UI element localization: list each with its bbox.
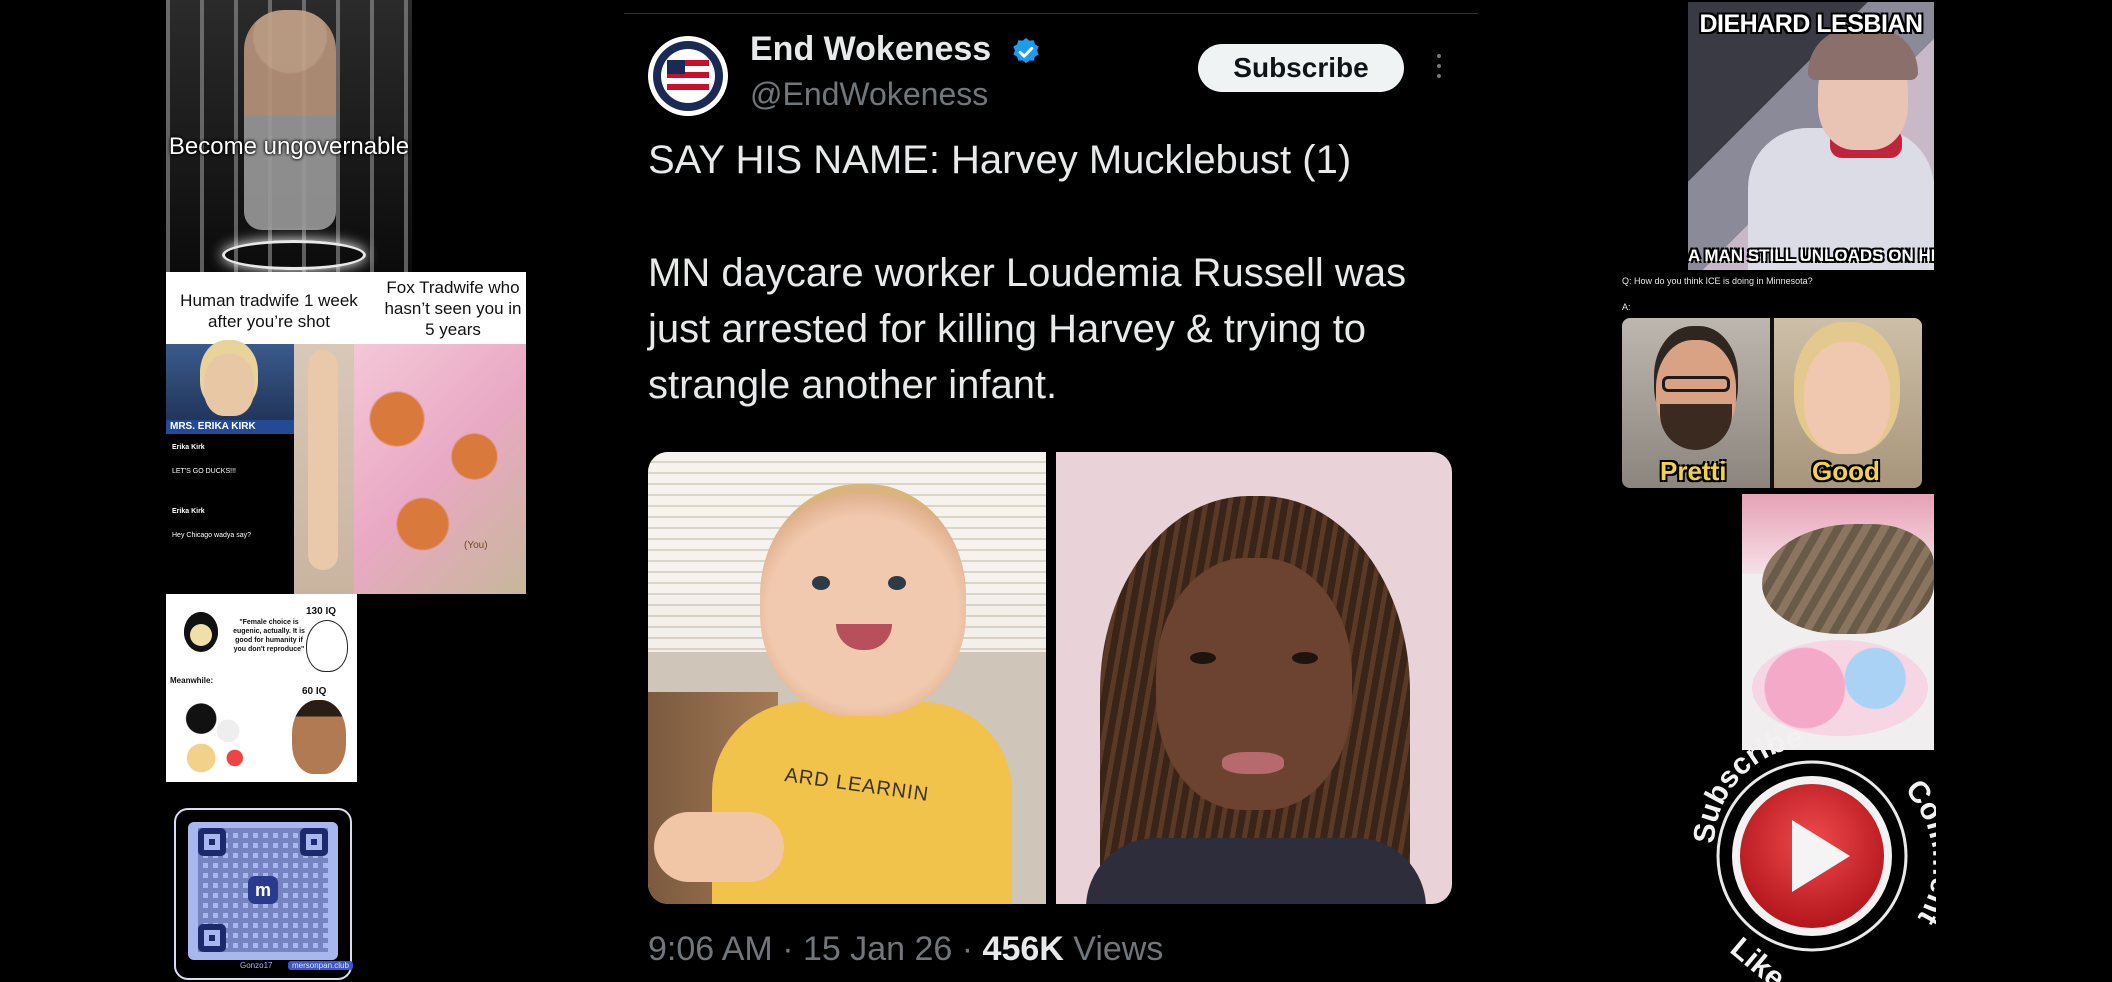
tv-screenshot: MRS. ERIKA KIRK bbox=[166, 344, 294, 434]
woman-face bbox=[204, 354, 254, 416]
quote-text: "Female choice is eugenic, actually. It … bbox=[233, 619, 305, 653]
glowing-ring bbox=[222, 240, 366, 270]
divider bbox=[624, 13, 1478, 14]
meme-top-text: DIEHARD LESBIAN bbox=[1699, 10, 1923, 38]
tweet-meta: 9:06 AM · 15 Jan 26 · 456K Views bbox=[648, 930, 1163, 969]
tweet-card: End Wokeness @EndWokeness Subscribe SAY … bbox=[624, 0, 1478, 982]
like-text: Like bbox=[1724, 931, 1791, 982]
right-heading: Fox Tradwife who hasn’t seen you in 5 ye… bbox=[384, 278, 522, 339]
mugshot-photo[interactable] bbox=[1056, 452, 1452, 904]
more-options-icon[interactable] bbox=[1434, 54, 1444, 84]
baby-photo[interactable]: ARD LEARNIN bbox=[648, 452, 1046, 904]
tweet1-text: LET'S GO DUCKS!!! bbox=[172, 468, 236, 475]
ice-answer: A: bbox=[1622, 302, 1631, 312]
handle[interactable]: @EndWokeness bbox=[750, 76, 988, 113]
avatar[interactable] bbox=[648, 36, 728, 116]
fox-cartoon-collage: (You) bbox=[354, 344, 526, 594]
tweet-media[interactable]: ARD LEARNIN bbox=[648, 452, 1452, 904]
fox-sign: (You) bbox=[464, 540, 488, 551]
women-group-drawing bbox=[176, 694, 260, 776]
tweet2-text: Hey Chicago wadya say? bbox=[172, 532, 251, 539]
badge-graphic: Subscribe Comment Like bbox=[1688, 724, 1936, 982]
qr-footer-badge: mersonpan.club bbox=[288, 961, 353, 970]
wojak-man-drawing bbox=[306, 620, 348, 672]
timestamp[interactable]: 9:06 AM · 15 Jan 26 · bbox=[648, 930, 973, 968]
tweet-text-line1: SAY HIS NAME: Harvey Mucklebust (1) bbox=[648, 138, 1352, 182]
wojak-woman-drawing bbox=[184, 612, 218, 652]
sleeping-cat-photo bbox=[1742, 494, 1934, 750]
tweet1-name: Erika Kirk bbox=[172, 444, 205, 451]
mugshot-man-photo bbox=[292, 700, 346, 774]
baby-face bbox=[760, 484, 966, 716]
qr-footer: Gonzo17 mersonpan.club bbox=[188, 960, 353, 974]
meme-caption: Become ungovernable bbox=[168, 133, 410, 160]
iq-low-label: 60 IQ bbox=[302, 686, 327, 697]
subscribe-button[interactable]: Subscribe bbox=[1198, 44, 1404, 92]
left-heading: Human tradwife 1 week after you’re shot bbox=[180, 291, 358, 331]
diehard-lesbian-meme: DIEHARD LESBIAN A MAN STILL UNLOADS ON H… bbox=[1688, 2, 1934, 270]
tradwife-meme: Human tradwife 1 week after you’re shot … bbox=[166, 272, 526, 594]
shirt-text: ARD LEARNIN bbox=[783, 763, 931, 807]
qr-finder-icon bbox=[300, 828, 328, 856]
verified-badge-icon bbox=[1013, 38, 1039, 64]
mastodon-qr-card[interactable]: m Gonzo17 mersonpan.club bbox=[174, 808, 354, 982]
baby-arm bbox=[654, 812, 784, 882]
qr-finder-icon bbox=[198, 924, 226, 952]
views-count: 456K bbox=[982, 930, 1064, 968]
become-ungovernable-meme: Become ungovernable bbox=[166, 0, 412, 272]
meme-bottom-text: A MAN STILL UNLOADS ON HER FACE bbox=[1688, 246, 1934, 265]
tweet-screenshots: Erika Kirk LET'S GO DUCKS!!! Erika Kirk … bbox=[166, 434, 294, 594]
views-label: Views bbox=[1073, 930, 1164, 968]
display-name[interactable]: End Wokeness bbox=[750, 30, 991, 69]
pretti-good-meme: Pretti Good bbox=[1622, 318, 1922, 488]
ice-question: Q: How do you think ICE is doing in Minn… bbox=[1622, 276, 1813, 286]
tweet2-name: Erika Kirk bbox=[172, 508, 205, 515]
qr-finder-icon bbox=[198, 828, 226, 856]
meanwhile-label: Meanwhile: bbox=[170, 676, 214, 685]
qr-footer-name: Gonzo17 bbox=[240, 961, 273, 970]
tweet-text-line2: MN daycare worker Loudemia Russell was j… bbox=[648, 251, 1407, 407]
anime-mousepad bbox=[1752, 640, 1928, 736]
mastodon-icon: m bbox=[248, 876, 278, 904]
label-left: Pretti bbox=[1660, 456, 1727, 486]
iq-high-label: 130 IQ bbox=[306, 606, 337, 617]
posing-woman-photo bbox=[294, 344, 354, 594]
glasses bbox=[1662, 376, 1730, 392]
label-right: Good bbox=[1812, 456, 1880, 486]
iq-meme: "Female choice is eugenic, actually. It … bbox=[166, 594, 357, 782]
caged-man-figure bbox=[244, 10, 336, 230]
tv-chyron: MRS. ERIKA KIRK bbox=[166, 420, 294, 434]
subscribe-like-comment-badge[interactable]: Subscribe Comment Like bbox=[1686, 724, 1936, 982]
